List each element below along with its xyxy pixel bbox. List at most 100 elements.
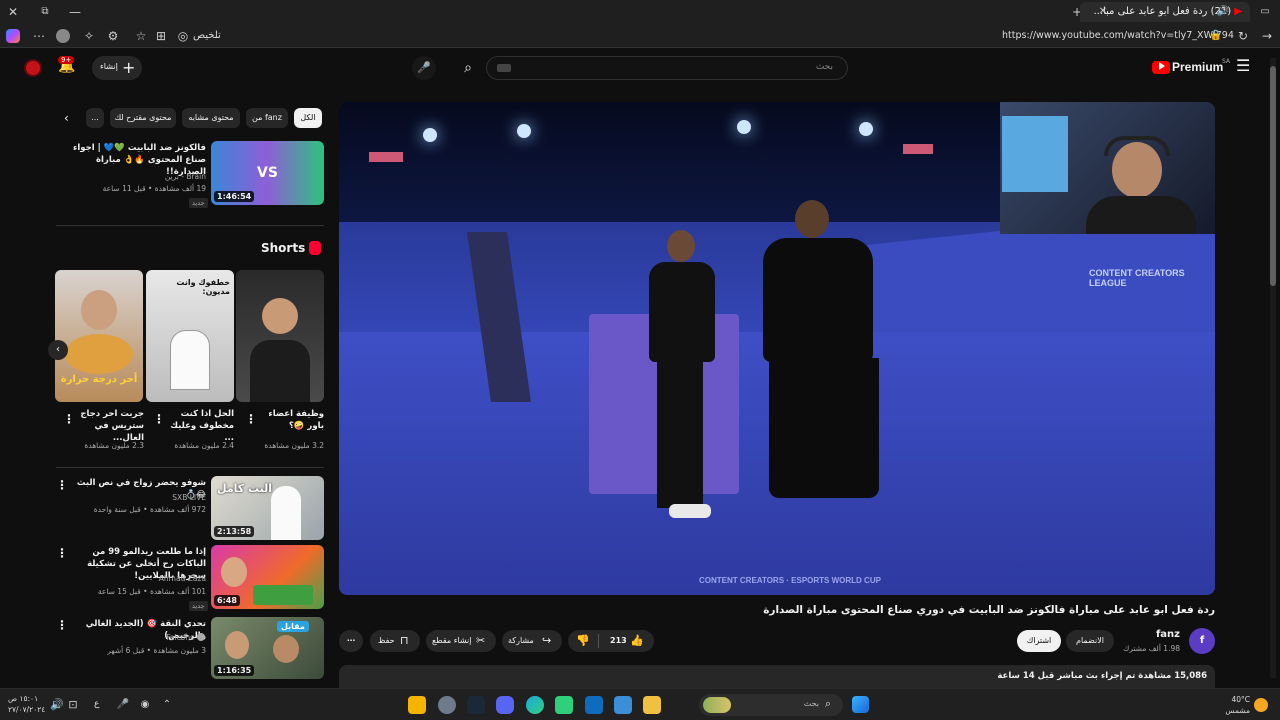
related-video-channel[interactable]: SXB LIVE	[70, 492, 206, 503]
keyboard-icon[interactable]	[497, 64, 511, 72]
extensions-icon[interactable]: ⚙	[104, 24, 122, 48]
tab-menu-icon[interactable]: ▭	[1256, 0, 1274, 24]
tab-close-icon[interactable]: ✕	[1094, 0, 1112, 24]
more-vertical-icon[interactable]: ⋮	[63, 413, 75, 425]
shorts-prev-icon[interactable]: ‹	[48, 340, 68, 360]
more-vertical-icon[interactable]: ⋮	[153, 413, 165, 425]
share-icon: ↪	[542, 634, 552, 647]
microphone-icon[interactable]: 🎤	[114, 693, 132, 717]
premium-brand: Premium	[1172, 60, 1224, 74]
clock[interactable]: ١٥:٠١ ص ٢٧/٠٧/٢٠٢٤	[8, 693, 45, 715]
stage-light	[737, 120, 751, 134]
collections-icon[interactable]: ✧	[80, 24, 98, 48]
profile-avatar[interactable]	[56, 29, 70, 43]
video-title: ردة فعل ابو عابد على مباراة فالكونز ضد ا…	[763, 604, 1215, 616]
windows-start-icon[interactable]	[852, 696, 869, 713]
share-button[interactable]: مشاركة ↪	[502, 630, 562, 652]
page-scrollbar-thumb[interactable]	[1270, 66, 1276, 286]
short-title[interactable]: وظيفة اعضاء باور 🤪؟	[256, 408, 324, 432]
app-icon-green[interactable]	[555, 696, 573, 714]
person-shape	[170, 330, 210, 390]
chip-all[interactable]: الكل	[294, 108, 322, 128]
account-avatar[interactable]	[24, 59, 42, 77]
face-shape	[262, 298, 298, 334]
forward-icon[interactable]: →	[1258, 24, 1276, 48]
chip-similar[interactable]: محتوى مشابه	[182, 108, 240, 128]
short-thumbnail[interactable]	[236, 270, 324, 402]
create-button[interactable]: + إنشاء	[92, 56, 142, 80]
app-icon-r[interactable]	[408, 696, 426, 714]
copilot-icon[interactable]	[6, 29, 20, 43]
file-explorer-icon[interactable]	[643, 696, 661, 714]
steam-icon[interactable]	[467, 696, 485, 714]
more-actions-icon[interactable]: ⋯	[339, 630, 363, 652]
more-icon[interactable]: ⋯	[30, 24, 48, 48]
chip-from-channel[interactable]: من fanz	[246, 108, 288, 128]
video-thumbnail[interactable]: 6:48	[211, 545, 324, 609]
video-player[interactable]: CONTENT CREATORS LEAGUE CONTENT CREATORS…	[339, 102, 1215, 595]
teams-icon[interactable]: ◉	[136, 693, 154, 717]
taskbar-search[interactable]: بحث ⌕	[699, 694, 843, 716]
language-indicator[interactable]: ع	[94, 699, 99, 709]
settings-icon[interactable]	[438, 696, 456, 714]
short-title[interactable]: جربت احر دجاج ستريس في العال...	[74, 408, 144, 444]
related-video-channel[interactable]: Brain - برين	[70, 171, 206, 182]
clip-button[interactable]: إنشاء مقطع ✂	[426, 630, 496, 652]
store-icon[interactable]	[614, 696, 632, 714]
search-icon[interactable]: ⌕	[454, 54, 482, 82]
chip-more[interactable]: ...	[86, 108, 104, 128]
weather-widget[interactable]: 40°C مشمس	[1216, 694, 1250, 716]
summarize-icon[interactable]: ◎	[174, 24, 192, 48]
vs-text: VS	[257, 165, 278, 181]
more-vertical-icon[interactable]: ⋮	[56, 619, 68, 631]
short-title[interactable]: الحل اذا كنت مخطوف وعليك ...	[164, 408, 234, 444]
headset-icon	[1104, 136, 1170, 156]
video-thumbnail[interactable]: مقابل 1:16:35	[211, 617, 324, 679]
stage-footer-logo: CONTENT CREATORS · ESPORTS WORLD CUP	[699, 576, 881, 585]
related-video-channel[interactable]: Ahmad Zaza	[70, 573, 206, 584]
voice-search-icon[interactable]: 🎤	[412, 56, 436, 80]
description-box[interactable]: 15,086 مشاهدة تم إجراء بث مباشر قبل 14 س…	[339, 665, 1215, 688]
short-thumbnail[interactable]: خطفوك وانت مديون:	[146, 270, 234, 402]
more-vertical-icon[interactable]: ⋮	[245, 413, 257, 425]
chevron-left-icon[interactable]: ‹	[64, 111, 69, 125]
person-shape	[271, 486, 301, 540]
save-button[interactable]: حفظ ⊓	[370, 630, 420, 652]
video-thumbnail[interactable]: VS 1:46:54	[211, 141, 324, 205]
discord-icon[interactable]	[496, 696, 514, 714]
favorite-star-icon[interactable]: ☆	[132, 24, 150, 48]
network-icon[interactable]: ⊡	[64, 693, 82, 717]
channel-name[interactable]: fanz	[1110, 629, 1180, 640]
divider	[56, 467, 324, 468]
like-icon[interactable]: 👍	[630, 630, 644, 652]
lock-icon[interactable]: 🔒	[1207, 24, 1225, 48]
summarize-button[interactable]: تلخيص	[193, 24, 221, 48]
channel-avatar[interactable]: f	[1189, 628, 1215, 654]
chip-recommended[interactable]: محتوى مقترح لك	[110, 108, 176, 128]
split-screen-icon[interactable]: ⊞	[152, 24, 170, 48]
clip-label: إنشاء مقطع	[432, 636, 472, 645]
more-vertical-icon[interactable]: ⋮	[56, 547, 68, 559]
more-vertical-icon[interactable]: ⋮	[56, 479, 68, 491]
speaker-icon[interactable]: 🔊	[1214, 0, 1232, 24]
page-scrollbar-track[interactable]	[1270, 58, 1276, 678]
join-button[interactable]: الانضمام	[1066, 630, 1114, 652]
hamburger-menu-icon[interactable]: ☰	[1236, 56, 1250, 75]
reload-icon[interactable]: ↻	[1234, 24, 1252, 48]
divider	[56, 225, 324, 226]
tab-title: (21) ردة فعل ابو عابد على مبا...	[1093, 6, 1232, 17]
outlook-icon[interactable]	[585, 696, 603, 714]
related-video-channel[interactable]: Falcons	[70, 632, 194, 643]
show-hidden-icons[interactable]: ⌃	[158, 693, 176, 717]
video-thumbnail[interactable]: البث كامل 2:13:58	[211, 476, 324, 540]
minimize-icon[interactable]: —	[66, 0, 84, 24]
short-thumbnail[interactable]: أحر درجة حرارة	[55, 270, 143, 402]
subscribe-button[interactable]: اشتراك	[1017, 630, 1061, 652]
close-window-icon[interactable]: ✕	[4, 0, 22, 24]
edge-icon[interactable]	[526, 696, 544, 714]
url-field[interactable]: https://www.youtube.com/watch?v=tly7_XWI…	[1002, 24, 1234, 48]
tab-actions-icon[interactable]: ⧉	[36, 0, 54, 24]
dislike-icon[interactable]: 👎	[576, 630, 590, 652]
face-shape	[273, 635, 299, 663]
search-input[interactable]: بحث	[486, 56, 848, 80]
